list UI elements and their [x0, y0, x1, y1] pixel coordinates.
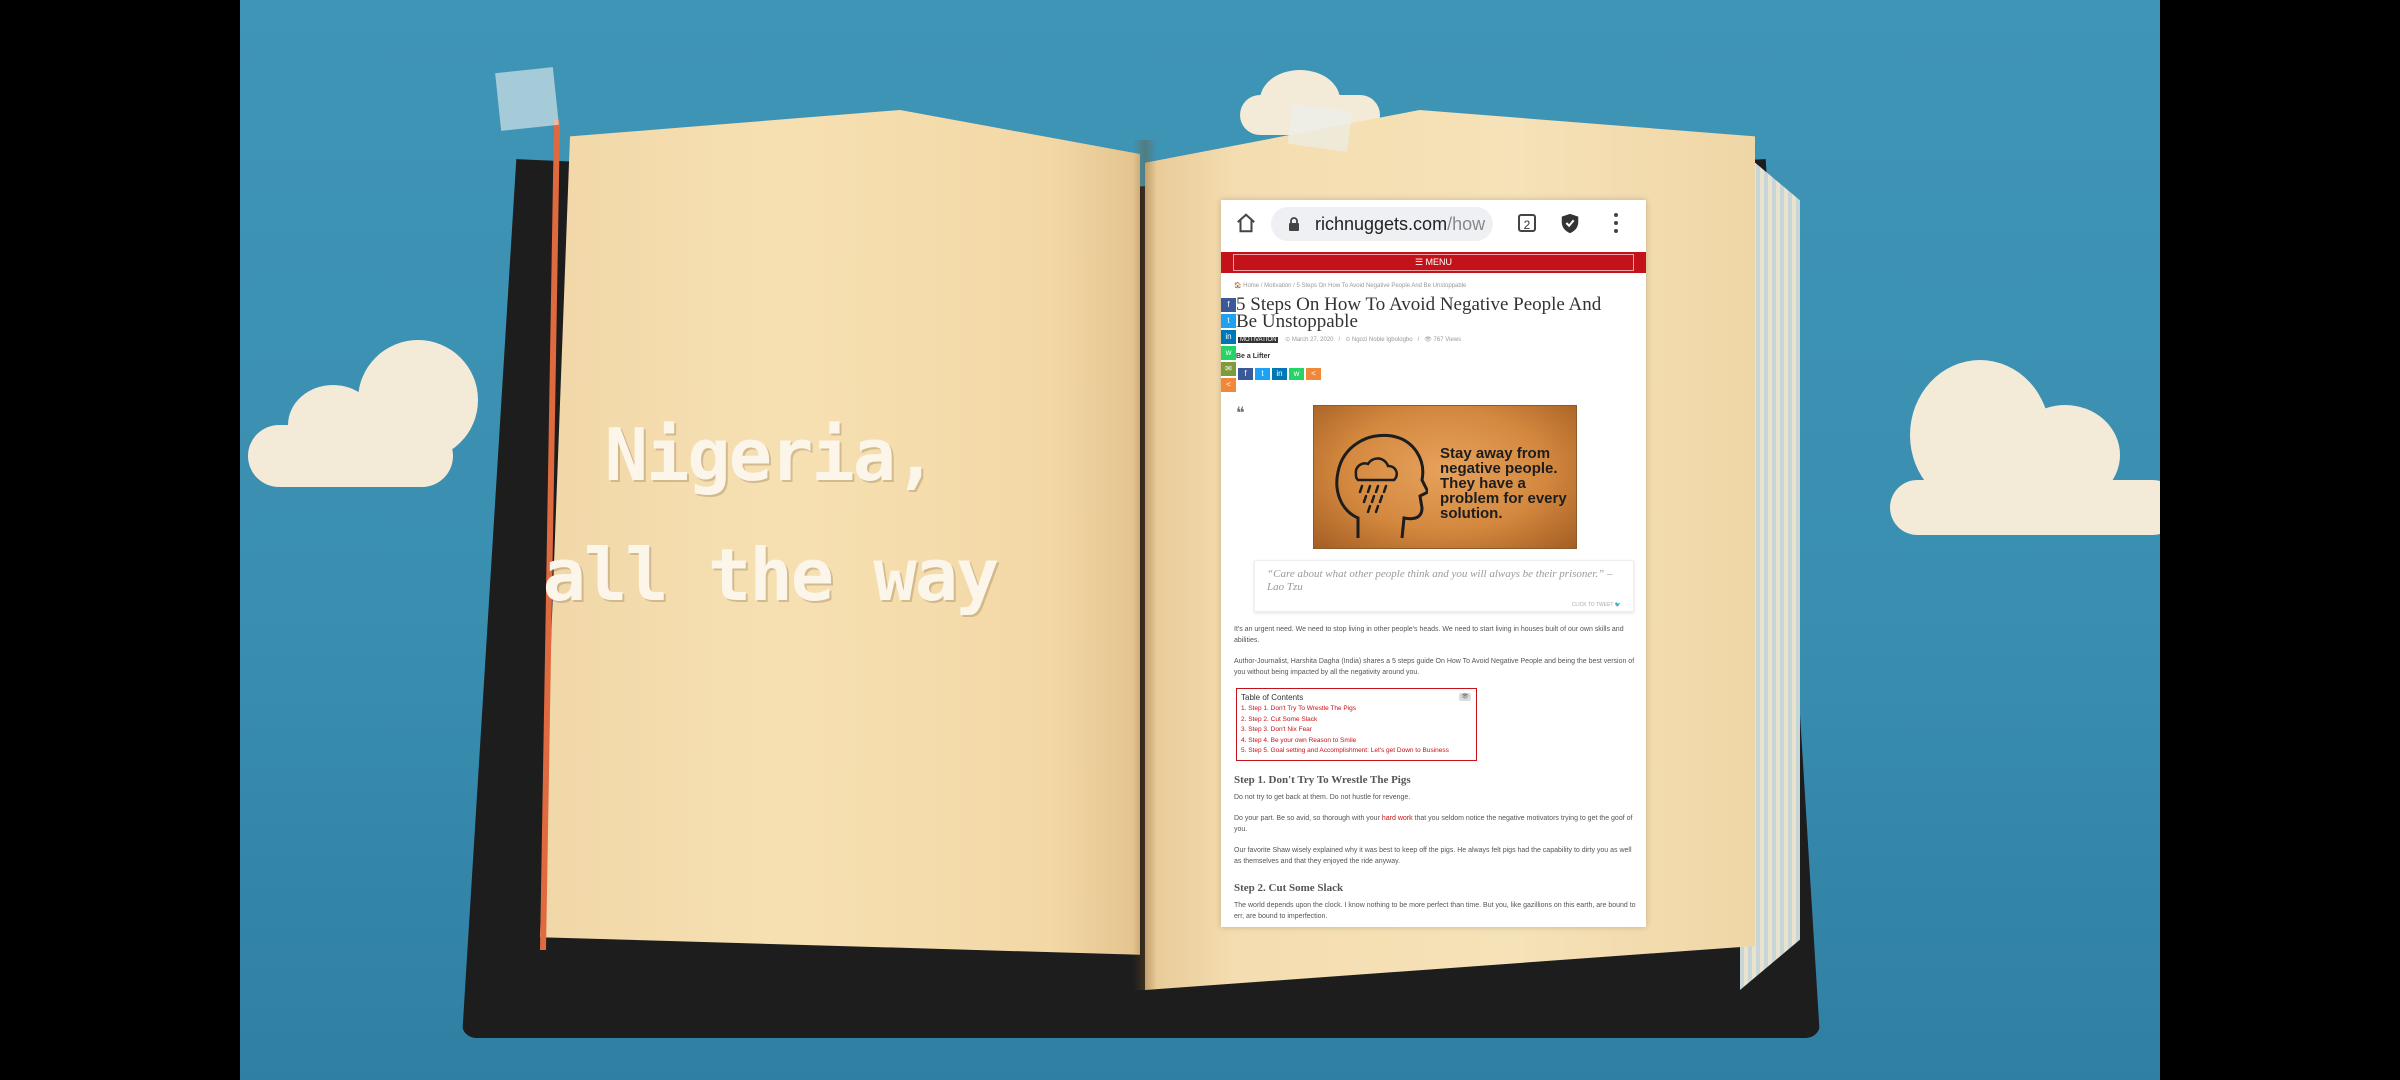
article-meta: MOTIVATION ⊙ March 27, 2020 / ⊙ Ngozi No…: [1238, 337, 1462, 343]
click-to-tweet-box[interactable]: “Care about what other people think and …: [1254, 560, 1634, 612]
email-share-icon[interactable]: ✉: [1221, 362, 1236, 376]
book-spine: [1133, 140, 1157, 990]
facebook-share-icon[interactable]: f: [1221, 298, 1236, 312]
hero-image-text: Stay away from negative people. They hav…: [1440, 445, 1567, 522]
more-share-icon[interactable]: <: [1306, 368, 1321, 380]
home-icon[interactable]: [1235, 212, 1257, 234]
linkedin-share-icon[interactable]: in: [1221, 330, 1236, 344]
head-cloud-icon: [1335, 433, 1428, 539]
headline-line-1: Nigeria,: [604, 413, 938, 497]
tape-strip: [1287, 104, 1353, 152]
whatsapp-share-icon[interactable]: w: [1221, 346, 1236, 360]
twitter-share-icon[interactable]: t: [1255, 368, 1270, 380]
article-hero-image: Stay away from negative people. They hav…: [1313, 405, 1577, 549]
table-of-contents: Table of Contents 👁 1. Step 1. Don't Try…: [1236, 688, 1477, 761]
shield-icon[interactable]: [1559, 212, 1581, 234]
quote-icon: ❝: [1236, 405, 1245, 422]
lock-icon: [1289, 217, 1299, 231]
step-2-heading: Step 2. Cut Some Slack: [1234, 882, 1344, 894]
twitter-share-icon[interactable]: t: [1221, 314, 1236, 328]
video-headline: Nigeria, all the way: [480, 395, 1060, 635]
step-1-heading: Step 1. Don't Try To Wrestle The Pigs: [1234, 774, 1411, 786]
headline-line-2: all the way: [542, 533, 1000, 617]
cloud-right: [1890, 360, 2160, 535]
share-sidebar: f t in w ✉ <: [1221, 298, 1236, 394]
quote-text: “Care about what other people think and …: [1267, 568, 1613, 593]
toc-toggle-icon[interactable]: 👁: [1459, 693, 1471, 701]
toc-item[interactable]: 5. Step 5. Goal setting and Accomplishme…: [1241, 746, 1449, 757]
url-bar[interactable]: richnuggets.com/how: [1271, 207, 1493, 241]
article-title: 5 Steps On How To Avoid Negative People …: [1236, 294, 1602, 332]
toc-item[interactable]: 2. Step 2. Cut Some Slack: [1241, 715, 1449, 726]
share-row: f t in w <: [1238, 368, 1323, 386]
menu-button[interactable]: ☰ MENU: [1233, 254, 1634, 271]
breadcrumb[interactable]: 🏠 Home / Motivation / 5 Steps On How To …: [1234, 282, 1466, 289]
linkedin-share-icon[interactable]: in: [1272, 368, 1287, 380]
article-author[interactable]: ⊙ Ngozi Noble Igbologbo: [1345, 337, 1412, 343]
tape-strip: [495, 67, 559, 131]
article-views: 👁 767 Views: [1424, 337, 1462, 343]
category-badge[interactable]: MOTIVATION: [1238, 337, 1279, 343]
paragraph-text: Do your part. Be so avid, so thorough wi…: [1234, 815, 1382, 822]
browser-toolbar: richnuggets.com/how 2: [1221, 200, 1646, 250]
cloud-left: [248, 340, 478, 487]
step-2-paragraph: The world depends upon the clock. I know…: [1234, 902, 1636, 920]
toc-item[interactable]: 4. Step 4. Be your own Reason to Smile: [1241, 736, 1449, 747]
intro-paragraph: Author-Journalist, Harshita Dagha (India…: [1234, 658, 1635, 676]
more-share-icon[interactable]: <: [1221, 378, 1236, 392]
step-1-paragraph: Do your part. Be so avid, so thorough wi…: [1234, 813, 1636, 835]
kebab-menu-icon[interactable]: [1612, 212, 1620, 234]
intro-paragraph: It's an urgent need. We need to stop liv…: [1234, 626, 1624, 644]
hard-work-link[interactable]: hard work: [1382, 815, 1413, 822]
toc-title: Table of Contents: [1241, 693, 1304, 702]
step-1-paragraph: Our favorite Shaw wisely explained why i…: [1234, 847, 1632, 865]
phone-screenshot: richnuggets.com/how 2 ☰ MENU 🏠 Home / Mo…: [1221, 200, 1646, 927]
video-frame: Nigeria, all the way richnuggets.com/how…: [240, 0, 2160, 1080]
site-menu-bar: ☰ MENU: [1221, 252, 1646, 273]
toc-item[interactable]: 1. Step 1. Don't Try To Wrestle The Pigs: [1241, 704, 1449, 715]
article-date: ⊙ March 27, 2020: [1285, 337, 1334, 343]
share-label: Be a Lifter: [1236, 353, 1271, 360]
url-host: richnuggets.com: [1315, 214, 1448, 234]
toc-item[interactable]: 3. Step 3. Don't Nix Fear: [1241, 725, 1449, 736]
facebook-share-icon[interactable]: f: [1238, 368, 1253, 380]
tabs-icon[interactable]: 2: [1518, 214, 1536, 232]
whatsapp-share-icon[interactable]: w: [1289, 368, 1304, 380]
url-text: richnuggets.com/how: [1315, 214, 1485, 235]
url-path: /how: [1447, 214, 1485, 234]
step-1-paragraph: Do not try to get back at them. Do not h…: [1234, 794, 1411, 801]
click-to-tweet-link[interactable]: CLICK TO TWEET 🐦: [1572, 602, 1621, 608]
